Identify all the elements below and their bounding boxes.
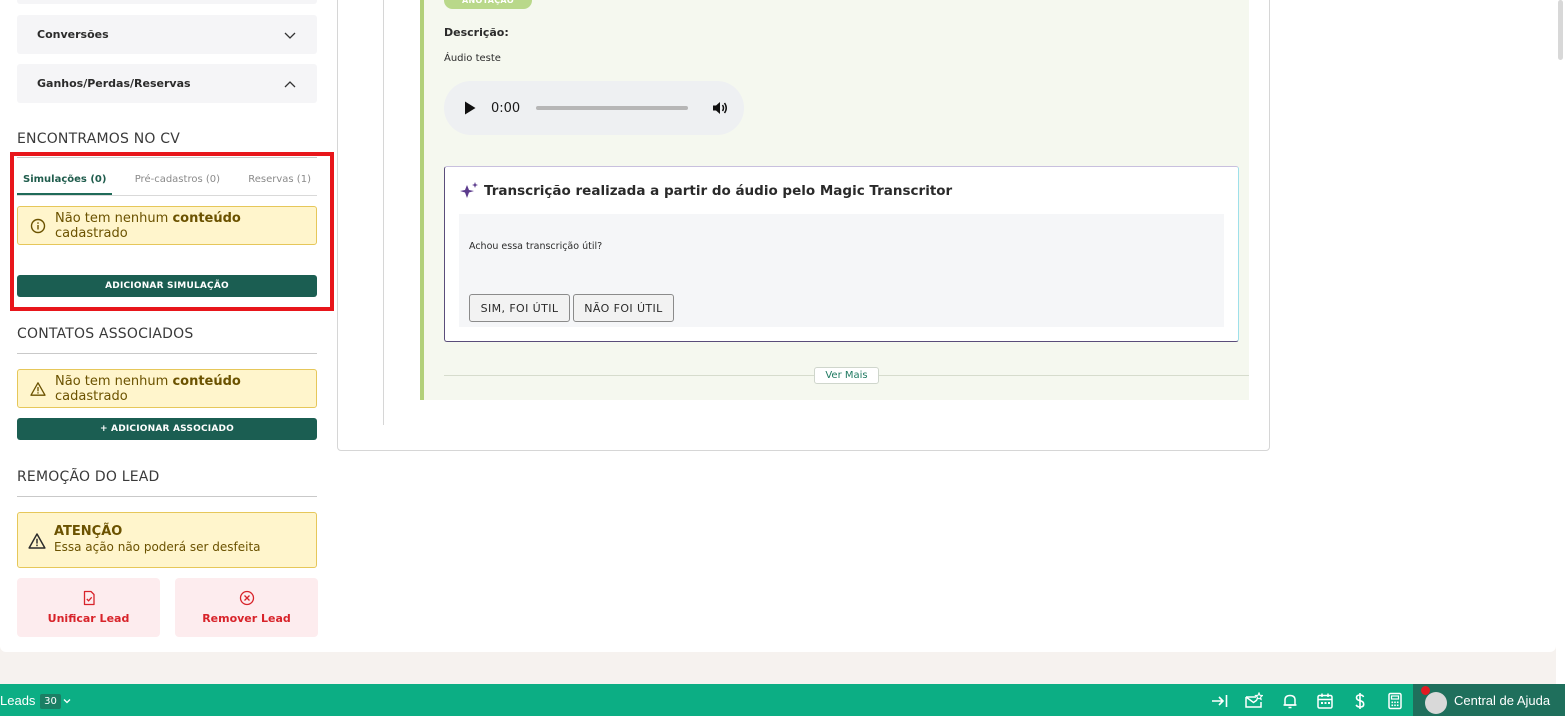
feedback-yes-button[interactable]: SIM, FOI ÚTIL — [469, 294, 570, 322]
warning-icon — [28, 533, 46, 549]
empty-contacts-alert: Não tem nenhum conteúdo cadastrado — [17, 369, 317, 408]
feedback-no-button[interactable]: NÃO FOI ÚTIL — [573, 294, 674, 322]
attention-alert: ATENÇÃO Essa ação não poderá ser desfeit… — [17, 512, 317, 568]
chevron-down-icon[interactable] — [62, 696, 72, 706]
accordion-label: Conversões — [37, 28, 109, 41]
help-center-label[interactable]: Central de Ajuda — [1454, 693, 1550, 708]
collapse-right-icon[interactable] — [1211, 692, 1229, 710]
scrollbar-track[interactable] — [1556, 0, 1565, 684]
sparkle-star-icon — [460, 182, 478, 198]
chevron-up-icon — [284, 80, 296, 87]
note-type-badge: ANOTAÇÃO — [444, 0, 532, 9]
alert-text: Não tem nenhum conteúdo cadastrado — [55, 373, 241, 404]
attention-title: ATENÇÃO — [54, 524, 123, 539]
accordion-conversoes[interactable]: Conversões — [17, 15, 317, 54]
remove-lead-button[interactable]: Remover Lead — [175, 578, 318, 637]
mail-star-icon[interactable] — [1245, 692, 1263, 710]
see-more-button[interactable]: Ver Mais — [814, 367, 879, 384]
section-title-contacts: CONTATOS ASSOCIADOS — [17, 326, 194, 342]
warning-icon — [30, 381, 46, 396]
close-circle-icon — [239, 590, 254, 606]
accordion-previous-edge — [17, 0, 317, 4]
play-icon[interactable] — [464, 101, 476, 115]
dollar-icon[interactable] — [1351, 692, 1369, 710]
scrollbar-thumb[interactable] — [1558, 0, 1563, 60]
highlight-box — [10, 152, 334, 311]
transcription-question: Achou essa transcrição útil? — [469, 241, 603, 252]
chevron-down-icon — [284, 32, 296, 39]
unify-lead-button[interactable]: Unificar Lead — [17, 578, 160, 637]
audio-player[interactable]: 0:00 — [444, 81, 744, 135]
accordion-label: Ganhos/Perdas/Reservas — [37, 77, 191, 90]
transcription-title-text: Transcrição realizada a partir do áudio … — [484, 183, 953, 199]
volume-icon[interactable] — [712, 100, 728, 116]
accordion-ganhos-perdas-reservas[interactable]: Ganhos/Perdas/Reservas — [17, 64, 317, 103]
description-label: Descrição: — [444, 26, 509, 39]
calendar-icon[interactable] — [1316, 692, 1334, 710]
leads-label[interactable]: Leads — [0, 693, 35, 708]
file-check-icon — [83, 590, 95, 606]
help-chat-icon — [1425, 692, 1447, 714]
calculator-icon[interactable] — [1386, 692, 1404, 710]
audio-time: 0:00 — [491, 100, 521, 116]
bell-icon[interactable] — [1281, 692, 1299, 710]
bottom-bar: Leads 30 — [0, 684, 1565, 716]
description-text: Áudio teste — [444, 53, 501, 64]
section-divider — [17, 353, 317, 354]
section-title-cv: ENCONTRAMOS NO CV — [17, 131, 181, 147]
unify-lead-label: Unificar Lead — [47, 612, 130, 625]
remove-lead-label: Remover Lead — [202, 612, 291, 625]
timeline-line — [383, 0, 384, 425]
notification-dot — [1421, 686, 1430, 695]
transcription-title: Transcrição realizada a partir do áudio … — [458, 180, 952, 202]
attention-text: Essa ação não poderá ser desfeita — [54, 540, 261, 554]
add-associate-button[interactable]: + ADICIONAR ASSOCIADO — [17, 418, 317, 440]
section-title-removal: REMOÇÃO DO LEAD — [17, 469, 160, 485]
audio-progress-track[interactable] — [536, 106, 689, 110]
section-divider — [17, 496, 317, 497]
leads-count-badge: 30 — [40, 694, 61, 709]
